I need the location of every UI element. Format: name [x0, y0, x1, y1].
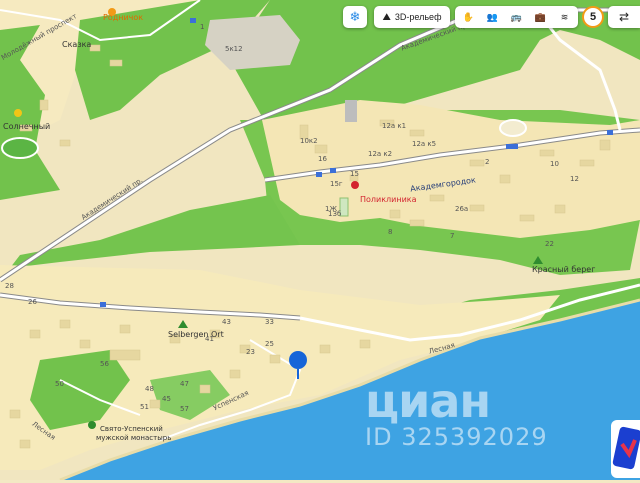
house-number: 10: [550, 160, 559, 168]
house-number: 7: [450, 232, 455, 240]
house-number: 47: [180, 380, 189, 388]
label-selbergen[interactable]: Selbergen Ort: [168, 330, 224, 339]
route-icon: ⇄: [618, 10, 630, 24]
house-number: 22: [545, 240, 554, 248]
house-number: 15г: [330, 180, 343, 188]
hand-icon[interactable]: ✋: [457, 6, 481, 28]
watermark-logo: циан: [365, 374, 491, 428]
sun-icon[interactable]: [14, 109, 22, 117]
house-number: 15: [350, 170, 359, 178]
label-monastery-1[interactable]: Свято-Успенский: [100, 425, 163, 433]
snow-layer-button[interactable]: ❄: [343, 6, 367, 28]
briefcase-icon[interactable]: 💼: [529, 6, 553, 28]
label-krasny-bereg[interactable]: Красный берег: [532, 265, 595, 274]
route-button[interactable]: ⇄: [608, 6, 640, 28]
house-number: 56: [100, 360, 109, 368]
house-number: 12а к5: [412, 140, 437, 148]
house-number: 51: [140, 403, 149, 411]
label-monastery-2[interactable]: мужской монастырь: [96, 434, 171, 442]
house-number: 48: [145, 385, 154, 393]
house-number: 5к12: [225, 45, 243, 53]
house-number: 12а к2: [368, 150, 393, 158]
house-number: 45: [162, 395, 171, 403]
watermark: циан ID 325392029: [365, 378, 548, 450]
house-number: 23: [246, 348, 255, 356]
house-number: 1Зб: [328, 210, 342, 218]
house-number: 26а: [455, 205, 469, 213]
layers-toolbar: ✋ 👥 🚌 💼 ≋: [455, 6, 578, 28]
house-number: 12а к1: [382, 122, 407, 130]
snowflake-icon: ❄: [349, 9, 361, 24]
house-number: 26: [28, 298, 37, 306]
house-number: 43: [222, 318, 231, 326]
house-number: 41: [205, 335, 214, 343]
house-number: 28: [5, 282, 14, 290]
people-icon[interactable]: 👥: [481, 6, 505, 28]
hospital-icon[interactable]: [351, 181, 359, 189]
house-number: 57: [180, 405, 189, 413]
zoom-level-badge[interactable]: 5: [582, 6, 604, 28]
house-number: 1: [200, 23, 205, 31]
house-number: 10к2: [300, 137, 318, 145]
label-skazka[interactable]: Сказка: [62, 40, 91, 49]
house-number: 33: [265, 318, 274, 326]
relief-label: 3D-рельеф: [394, 12, 442, 22]
house-number: 12: [570, 175, 579, 183]
relief-3d-button[interactable]: ⛰ 3D-рельеф: [374, 6, 450, 28]
mountain-icon: ⛰: [382, 11, 391, 23]
label-rodnichok[interactable]: Родничок: [103, 13, 143, 22]
label-solnechny[interactable]: Солнечный: [3, 122, 50, 131]
house-number: 25: [265, 340, 274, 348]
house-number: 2: [485, 158, 490, 166]
house-number: 50: [55, 380, 64, 388]
house-number: 8: [388, 228, 393, 236]
label-poliklinika[interactable]: Поликлиника: [360, 195, 417, 204]
monastery-icon[interactable]: [88, 421, 96, 429]
cian-logo: [611, 420, 640, 478]
bus-icon[interactable]: 🚌: [505, 6, 529, 28]
watermark-id: ID 325392029: [365, 423, 548, 451]
house-number: 16: [318, 155, 327, 163]
layers-icon[interactable]: ≋: [553, 6, 577, 28]
